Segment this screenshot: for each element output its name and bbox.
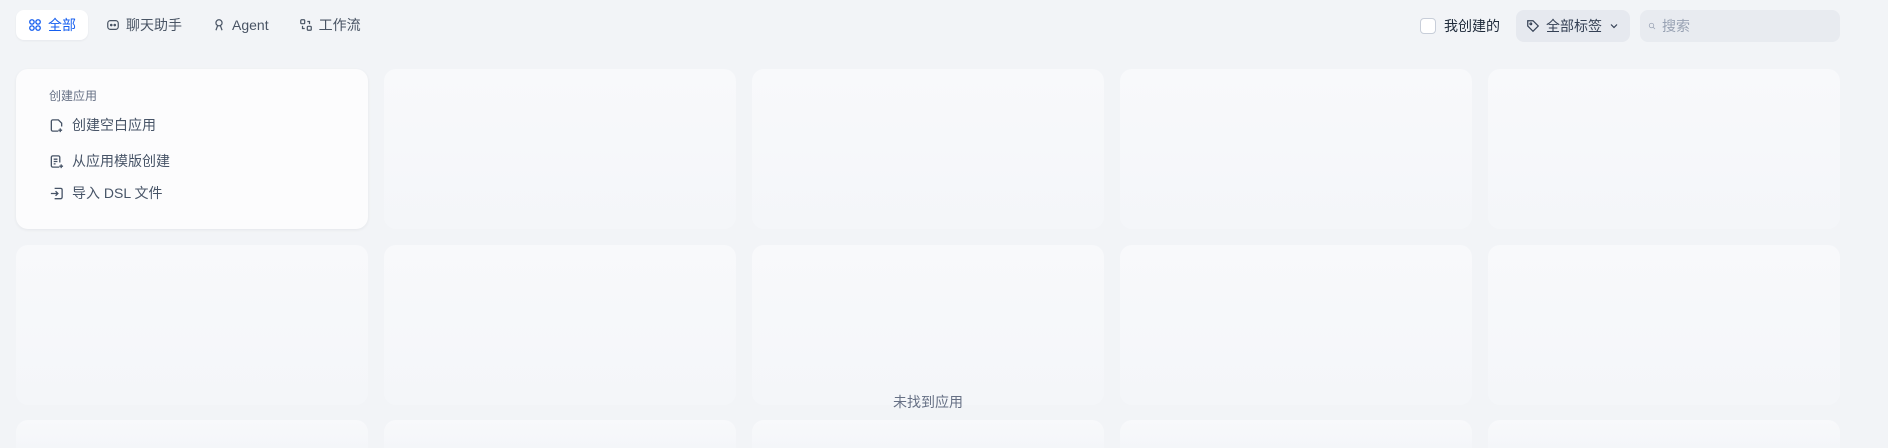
tab-agent[interactable]: Agent [200,10,281,40]
tab-chat-assistant-label: 聊天助手 [126,17,182,33]
app-card-placeholder [384,420,736,448]
agent-icon [215,19,223,31]
grid-icon [29,19,41,31]
create-from-template-label: 从应用模版创建 [72,153,170,169]
import-dsl-button[interactable]: 导入 DSL 文件 [49,183,163,203]
top-bar: 全部 聊天助手 Agent 工作流 我创建的 全部标签 搜索 [0,0,1888,52]
app-card-placeholder [752,245,1104,405]
my-created-checkbox[interactable] [1420,18,1436,34]
template-icon [50,154,64,168]
import-dsl-label: 导入 DSL 文件 [72,185,163,201]
app-card-placeholder [16,245,368,405]
create-app-card: 创建应用 创建空白应用 从应用模版创建 导入 DSL 文件 [16,69,368,229]
app-card-placeholder [1488,420,1840,448]
app-card-placeholder [384,245,736,405]
workflow-icon [299,19,312,31]
chevron-down-icon [1610,24,1618,29]
search-box[interactable] [1640,10,1840,42]
tab-workflow[interactable]: 工作流 [287,10,373,40]
create-from-template-button[interactable]: 从应用模版创建 [49,151,170,171]
app-type-tabs: 全部 聊天助手 Agent 工作流 [16,10,373,40]
my-created-filter[interactable]: 我创建的 [1420,16,1500,36]
app-card-placeholder [1120,69,1472,229]
app-card-placeholder [1120,245,1472,405]
tab-agent-label: Agent [232,17,269,33]
app-card-placeholder [1488,69,1840,229]
create-blank-app-button[interactable]: 创建空白应用 [49,115,156,135]
app-card-placeholder [384,69,736,229]
file-plus-icon [50,118,63,132]
empty-state-message: 未找到应用 [893,394,963,410]
chat-bot-icon [107,20,119,30]
tag-filter-dropdown[interactable]: 全部标签 [1516,10,1630,42]
tab-workflow-label: 工作流 [318,17,361,33]
app-card-placeholder [752,69,1104,229]
tag-icon [1527,20,1540,33]
tag-filter-label: 全部标签 [1546,18,1602,34]
tab-all-label: 全部 [48,17,76,33]
filter-tools: 我创建的 全部标签 [1420,10,1840,42]
create-app-title: 创建应用 [49,89,98,103]
app-card-placeholder [1488,245,1840,405]
search-input[interactable] [1662,18,1832,34]
search-icon [1648,22,1656,30]
my-created-label: 我创建的 [1444,18,1500,34]
create-blank-app-label: 创建空白应用 [72,117,156,133]
tab-all[interactable]: 全部 [16,10,88,40]
import-icon [50,187,63,199]
tab-chat-assistant[interactable]: 聊天助手 [94,10,194,40]
app-card-placeholder [752,420,1104,448]
app-card-placeholder [16,420,368,448]
app-card-placeholder [1120,420,1472,448]
